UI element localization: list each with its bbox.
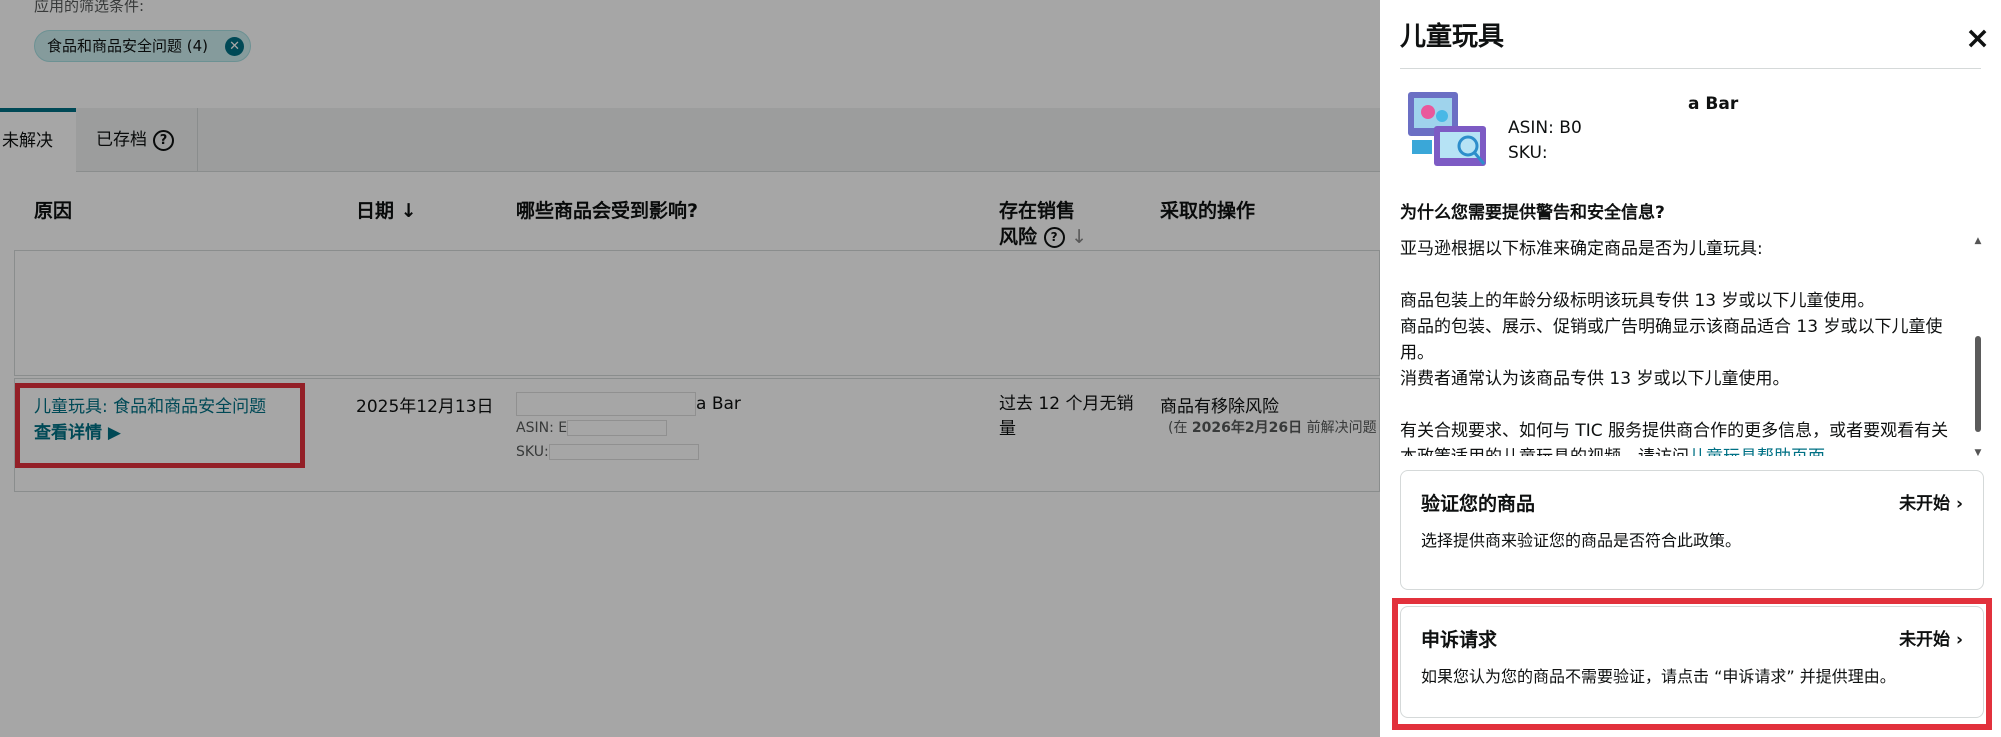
card-status: 未开始 › [1899, 494, 1963, 514]
close-icon[interactable]: × [1965, 24, 1990, 54]
modal-backdrop[interactable] [0, 0, 1380, 737]
highlight-box [1392, 598, 1992, 730]
card-description: 选择提供商来验证您的商品是否符合此政策。 [1421, 531, 1742, 550]
help-page-link[interactable]: 儿童玩具帮助页面 [1689, 447, 1825, 456]
criterion-1: 商品包装上的年龄分级标明该玩具专供 13 岁或以下儿童使用。 [1400, 291, 1875, 311]
divider [1400, 68, 1981, 69]
criterion-2: 商品的包装、展示、促销或广告明确显示该商品适合 13 岁或以下儿童使用。 [1400, 317, 1943, 363]
verify-product-card[interactable]: 验证您的商品 未开始 › 选择提供商来验证您的商品是否符合此政策。 [1400, 470, 1984, 590]
side-panel: 儿童玩具 × a Bar ASIN: B0 SKU: 为什么您需要提供警告和安全… [1380, 0, 2001, 737]
product-name: a Bar [1508, 94, 1738, 114]
intro-text: 亚马逊根据以下标准来确定商品是否为儿童玩具: [1400, 239, 1763, 259]
scroll-down-icon[interactable]: ▼ [1974, 448, 1982, 458]
chevron-right-icon: › [1955, 494, 1963, 514]
redacted-block [1508, 94, 1688, 114]
card-title: 验证您的商品 [1421, 493, 1536, 515]
scrollbar[interactable]: ▲ ▼ [1974, 236, 1982, 458]
product-sku: SKU: [1508, 143, 1708, 163]
section-title: 为什么您需要提供警告和安全信息? [1400, 203, 1665, 223]
redacted-block [1581, 119, 1702, 137]
redacted-block [1547, 144, 1708, 162]
product-image [1408, 92, 1486, 166]
criterion-3: 消费者通常认为该商品专供 13 岁或以下儿童使用。 [1400, 369, 1790, 389]
policy-description[interactable]: 亚马逊根据以下标准来确定商品是否为儿童玩具: 商品包装上的年龄分级标明该玩具专供… [1400, 236, 1960, 456]
panel-title: 儿童玩具 [1400, 22, 1505, 52]
product-asin: ASIN: B0 [1508, 118, 1702, 138]
more-info-text: 有关合规要求、如何与 TIC 服务提供商合作的更多信息，或者要观看有关本政策适用… [1400, 418, 1960, 456]
scrollbar-thumb[interactable] [1975, 336, 1981, 432]
scroll-up-icon[interactable]: ▲ [1974, 236, 1982, 246]
